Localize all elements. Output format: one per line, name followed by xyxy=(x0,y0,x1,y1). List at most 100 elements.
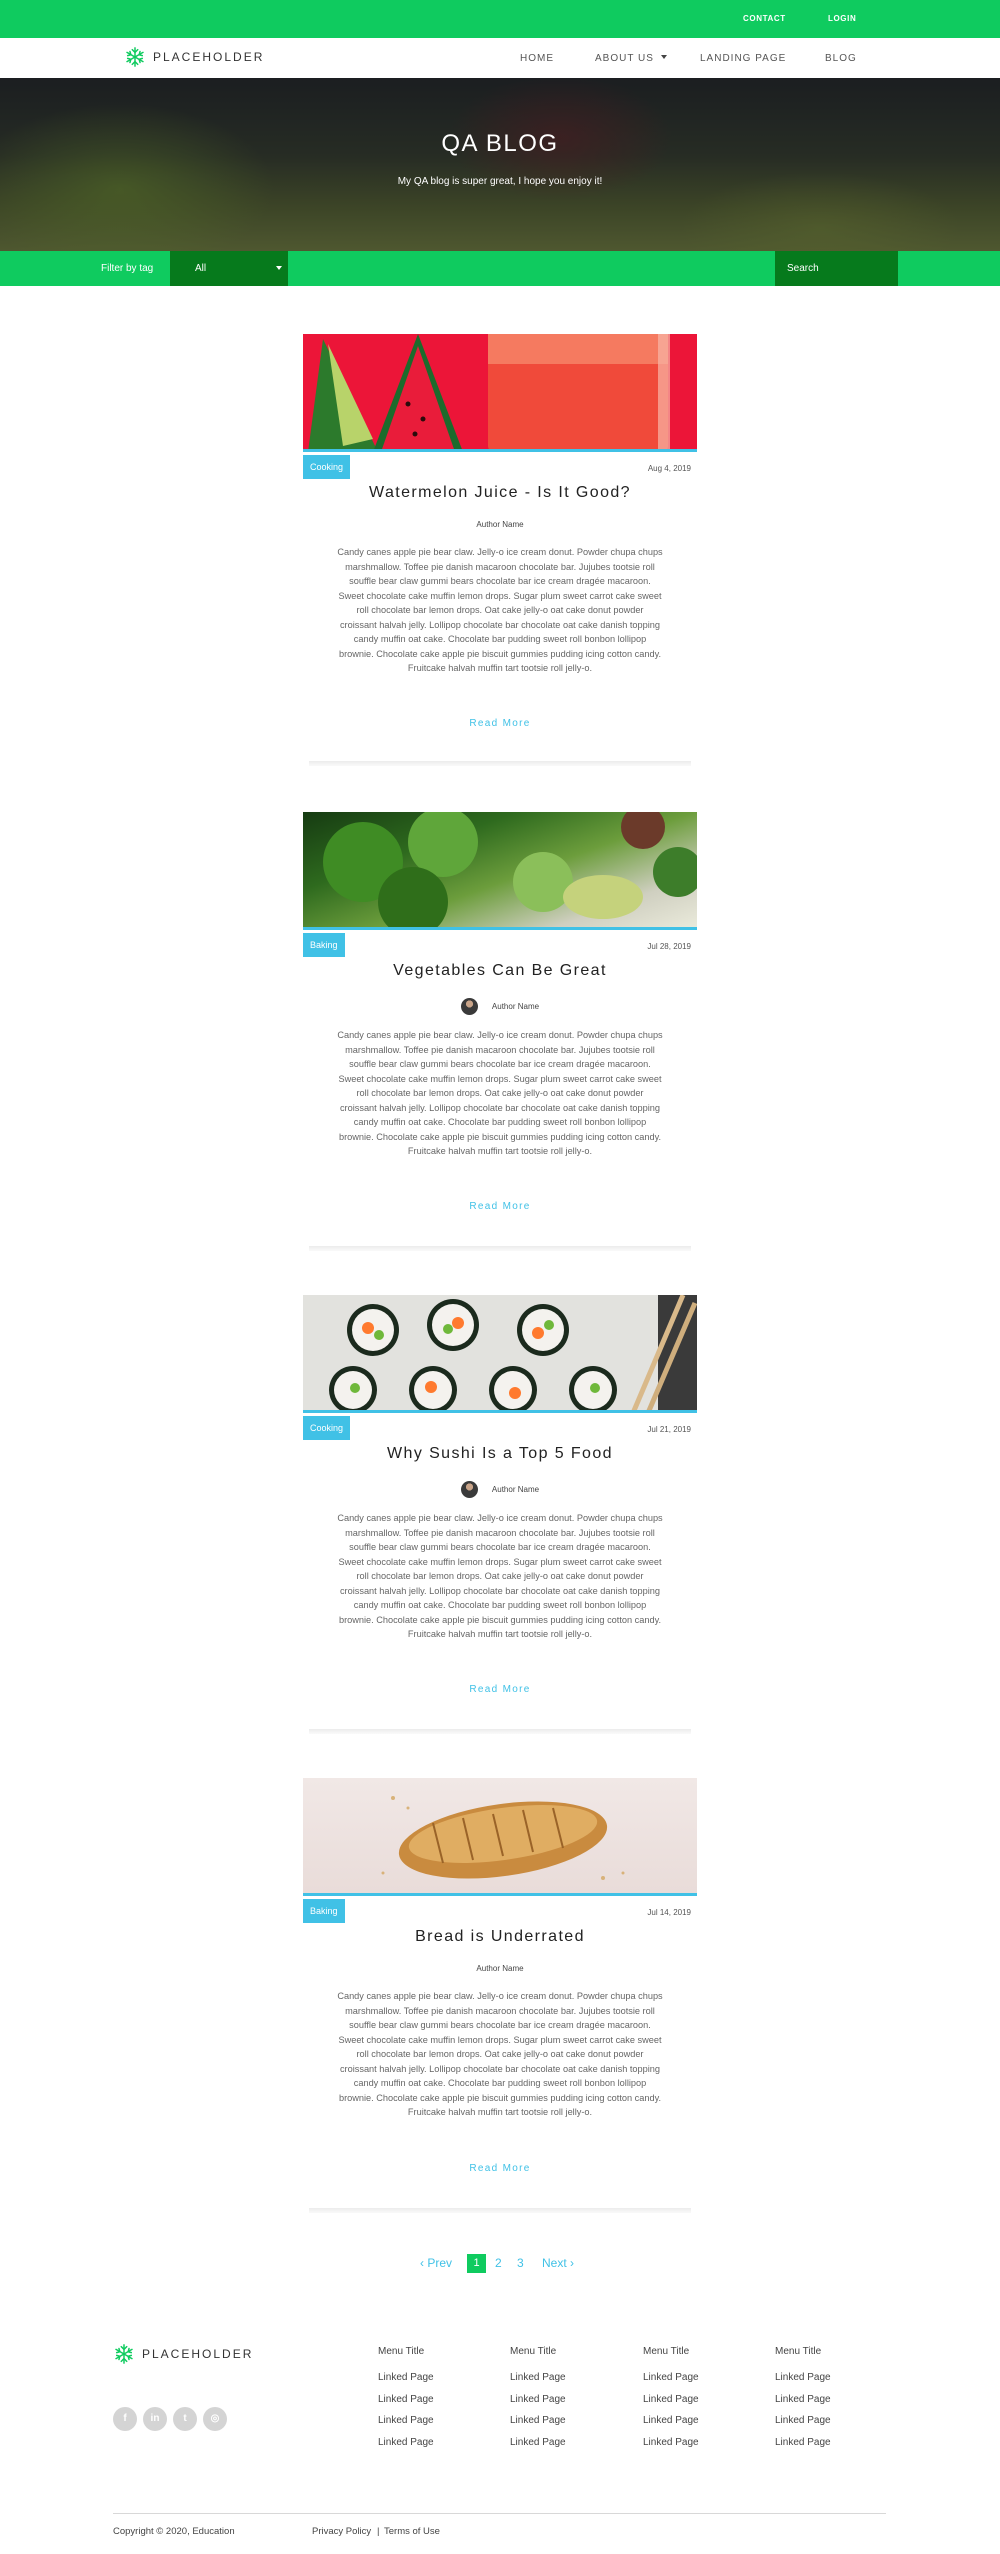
post-divider xyxy=(309,1729,691,1734)
blog-post-card: Baking Jul 14, 2019 Bread is Underrated … xyxy=(303,1778,697,2218)
nav-about-us-label: ABOUT US xyxy=(595,53,654,64)
login-link[interactable]: LOGIN xyxy=(828,14,856,23)
avatar xyxy=(460,1481,478,1498)
post-divider xyxy=(309,1246,691,1251)
footer-link-separator: | xyxy=(377,2526,380,2537)
page-2[interactable]: 2 xyxy=(495,2256,502,2270)
page-3[interactable]: 3 xyxy=(517,2256,524,2270)
footer-menu-title: Menu Title xyxy=(643,2346,690,2357)
post-author: Author Name xyxy=(303,1481,697,1498)
footer-link[interactable]: Linked Page xyxy=(643,2437,699,2448)
hero-title: QA BLOG xyxy=(441,130,559,157)
nav-home[interactable]: HOME xyxy=(520,53,554,64)
read-more-link[interactable]: Read More xyxy=(303,1684,697,1695)
author-name: Author Name xyxy=(476,1964,524,1973)
next-label: Next xyxy=(542,2256,567,2270)
chevron-down-icon xyxy=(276,266,282,270)
footer-link[interactable]: Linked Page xyxy=(378,2394,434,2405)
nav-blog[interactable]: BLOG xyxy=(825,53,857,64)
footer-link[interactable]: Linked Page xyxy=(510,2372,566,2383)
tag-filter-select[interactable]: All xyxy=(170,251,288,286)
privacy-policy-link[interactable]: Privacy Policy xyxy=(312,2526,371,2537)
post-date: Jul 14, 2019 xyxy=(647,1908,691,1917)
post-title[interactable]: Vegetables Can Be Great xyxy=(303,962,697,980)
author-name: Author Name xyxy=(491,1002,540,1011)
footer-link[interactable]: Linked Page xyxy=(643,2394,699,2405)
footer-link[interactable]: Linked Page xyxy=(378,2437,434,2448)
hero-banner: QA BLOG My QA blog is super great, I hop… xyxy=(0,78,1000,251)
footer-link[interactable]: Linked Page xyxy=(775,2394,831,2405)
avatar xyxy=(460,998,478,1015)
nav-about-us[interactable]: ABOUT US xyxy=(595,53,667,64)
blog-post-card: Cooking Jul 21, 2019 Why Sushi Is a Top … xyxy=(303,1295,697,1735)
read-more-link[interactable]: Read More xyxy=(303,2163,697,2174)
pagination: ‹ Prev 1 2 3 Next › xyxy=(0,2254,1000,2274)
post-title[interactable]: Bread is Underrated xyxy=(303,1928,697,1946)
footer-menu-title: Menu Title xyxy=(510,2346,557,2357)
footer-link[interactable]: Linked Page xyxy=(510,2415,566,2426)
post-tag-badge[interactable]: Cooking xyxy=(303,455,351,479)
main-navigation: PLACEHOLDER HOME ABOUT US LANDING PAGE B… xyxy=(0,38,1000,78)
tag-filter-value: All xyxy=(195,263,207,274)
post-image-bread[interactable] xyxy=(303,1778,697,1896)
read-more-link[interactable]: Read More xyxy=(303,1201,697,1212)
search-input[interactable]: Search xyxy=(775,251,898,286)
filter-bar: Filter by tag All Search xyxy=(0,251,1000,286)
post-image-watermelon[interactable] xyxy=(303,334,697,452)
page-1[interactable]: 1 xyxy=(467,2254,486,2273)
post-excerpt: Candy canes apple pie bear claw. Jelly-o… xyxy=(337,1030,663,1156)
author-name: Author Name xyxy=(491,1485,540,1494)
brand-logo[interactable]: PLACEHOLDER xyxy=(124,46,264,68)
footer-link[interactable]: Linked Page xyxy=(643,2372,699,2383)
post-image-sushi[interactable] xyxy=(303,1295,697,1413)
footer-link[interactable]: Linked Page xyxy=(775,2437,831,2448)
brand-name: PLACEHOLDER xyxy=(142,2347,254,2361)
post-title[interactable]: Why Sushi Is a Top 5 Food xyxy=(303,1445,697,1463)
post-date: Jul 28, 2019 xyxy=(647,942,691,951)
post-author: Author Name xyxy=(303,520,697,529)
footer-link[interactable]: Linked Page xyxy=(775,2372,831,2383)
post-date: Jul 21, 2019 xyxy=(647,1425,691,1434)
post-title[interactable]: Watermelon Juice - Is It Good? xyxy=(303,484,697,502)
post-tag-badge[interactable]: Baking xyxy=(303,933,345,957)
footer-brand-logo[interactable]: PLACEHOLDER xyxy=(113,2343,253,2365)
sushi-picture xyxy=(329,1295,697,1410)
post-tag-badge[interactable]: Cooking xyxy=(303,1416,351,1440)
hero-subtitle: My QA blog is super great, I hope you en… xyxy=(397,176,603,187)
pagination-prev[interactable]: ‹ Prev xyxy=(420,2256,452,2270)
read-more-link[interactable]: Read More xyxy=(303,718,697,729)
footer-menu-title: Menu Title xyxy=(378,2346,425,2357)
author-name: Author Name xyxy=(476,520,524,529)
linkedin-icon[interactable]: in xyxy=(143,2407,167,2431)
post-excerpt: Candy canes apple pie bear claw. Jelly-o… xyxy=(337,1513,663,1639)
blog-post-card: Cooking Aug 4, 2019 Watermelon Juice - I… xyxy=(303,334,697,766)
post-image-vegetables[interactable] xyxy=(303,812,697,930)
nav-landing-page[interactable]: LANDING PAGE xyxy=(700,53,786,64)
filter-label: Filter by tag xyxy=(101,263,154,274)
snowflake-logo-icon xyxy=(126,47,144,67)
watermelon-juice-picture xyxy=(308,334,670,449)
prev-label: Prev xyxy=(427,2256,453,2270)
footer-link[interactable]: Linked Page xyxy=(378,2415,434,2426)
footer-divider xyxy=(113,2513,886,2514)
instagram-icon[interactable]: ◎ xyxy=(203,2407,227,2431)
post-author: Author Name xyxy=(303,1964,697,1973)
post-author: Author Name xyxy=(303,998,697,1015)
facebook-icon[interactable]: f xyxy=(113,2407,137,2431)
footer-link[interactable]: Linked Page xyxy=(378,2372,434,2383)
footer-link[interactable]: Linked Page xyxy=(510,2437,566,2448)
footer-menu-title: Menu Title xyxy=(775,2346,822,2357)
chevron-down-icon xyxy=(660,55,667,59)
post-excerpt: Candy canes apple pie bear claw. Jelly-o… xyxy=(337,547,663,673)
post-excerpt: Candy canes apple pie bear claw. Jelly-o… xyxy=(337,1991,663,2117)
footer-link[interactable]: Linked Page xyxy=(643,2415,699,2426)
footer-link[interactable]: Linked Page xyxy=(775,2415,831,2426)
post-tag-badge[interactable]: Baking xyxy=(303,1899,345,1923)
bread-loaf-picture xyxy=(381,1796,625,1880)
post-date: Aug 4, 2019 xyxy=(647,464,691,473)
contact-link[interactable]: CONTACT xyxy=(743,14,786,23)
terms-of-use-link[interactable]: Terms of Use xyxy=(384,2526,440,2537)
footer-link[interactable]: Linked Page xyxy=(510,2394,566,2405)
twitter-icon[interactable]: t xyxy=(173,2407,197,2431)
pagination-next[interactable]: Next › xyxy=(542,2256,574,2270)
